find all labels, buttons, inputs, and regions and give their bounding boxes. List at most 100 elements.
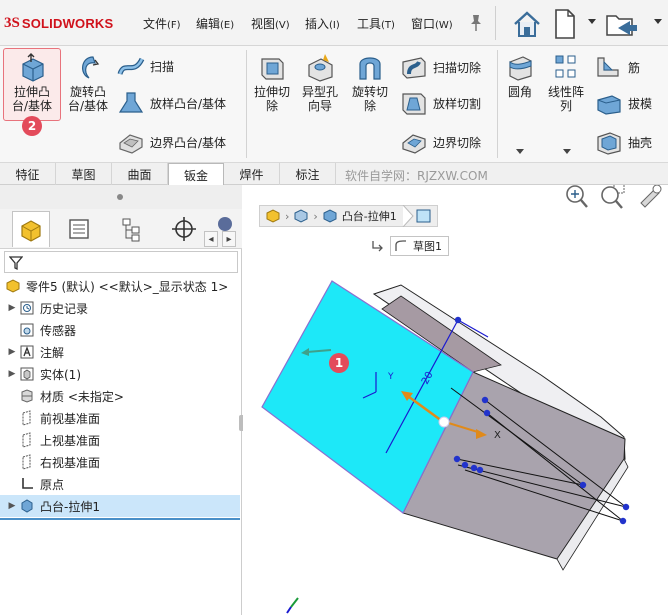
tree-item-boss-extrude1[interactable]: ▶ 凸台-拉伸1: [0, 495, 240, 517]
reference-triad-icon: [290, 597, 299, 608]
graphics-area[interactable]: › › 凸台-拉伸1 草图1 20 Y X 1: [243, 185, 668, 615]
handle-dot[interactable]: [438, 416, 450, 428]
x-axis-label: X: [494, 430, 501, 441]
origin-icon: [18, 476, 36, 492]
tree-item-right-plane[interactable]: 右视基准面: [0, 451, 240, 473]
sweep-button[interactable]: 扫描: [116, 54, 174, 78]
tab-sketch[interactable]: 草图: [56, 163, 112, 185]
open-dropdown-arrow[interactable]: [654, 19, 662, 24]
tab-features[interactable]: 特征: [0, 163, 56, 185]
tree-root-part[interactable]: 零件5 (默认) <<默认>_显示状态 1>: [0, 275, 240, 297]
expand-arrow[interactable]: ▶: [6, 369, 18, 379]
extrude-cut-icon: [261, 58, 284, 80]
tree-item-solid-bodies[interactable]: ▶ 实体(1): [0, 363, 240, 385]
fillet-button[interactable]: 圆角: [500, 52, 540, 99]
logo-mark: 3S: [4, 14, 20, 31]
solidworks-logo[interactable]: 3S SOLIDWORKS: [4, 12, 113, 34]
feature-manager-tab[interactable]: [12, 211, 50, 247]
tree-item-history[interactable]: ▶ 历史记录: [0, 297, 240, 319]
pattern-dropdown-arrow[interactable]: [563, 149, 571, 154]
hole-wizard-button[interactable]: 异型孔 向导: [297, 52, 343, 113]
loft-label: 放样凸台/基体: [150, 96, 227, 111]
draft-button[interactable]: 拔模: [594, 90, 652, 116]
expand-arrow[interactable]: ▶: [6, 501, 18, 511]
home-icon[interactable]: [509, 6, 543, 40]
tab-scroll-right[interactable]: ▸: [222, 231, 236, 247]
appearance-tab-icon[interactable]: [218, 217, 232, 231]
plane-icon: [18, 410, 36, 426]
revolve-boss-button[interactable]: 旋转凸 台/基体: [62, 52, 114, 113]
menu-edit[interactable]: 编辑(E): [196, 15, 234, 32]
tree-filter-box[interactable]: [4, 251, 238, 273]
menu-insert[interactable]: 插入(I): [305, 15, 340, 32]
revolve-cut-button[interactable]: 旋转切 除: [346, 52, 394, 113]
extrude-boss-icon: [22, 53, 44, 82]
extrude-boss-button[interactable]: 拉伸凸 台/基体: [6, 52, 58, 113]
fillet-dropdown-arrow[interactable]: [516, 149, 524, 154]
shell-label: 抽壳: [628, 135, 653, 150]
rollback-bar[interactable]: [0, 518, 240, 520]
tab-sheet-metal[interactable]: 钣金: [168, 163, 224, 186]
swept-cut-button[interactable]: 扫描切除: [399, 54, 481, 80]
rib-button[interactable]: 筋: [594, 54, 640, 80]
revolve-boss-label-2: 台/基体: [67, 99, 109, 113]
tree-item-material[interactable]: 材质 <未指定>: [0, 385, 240, 407]
tab-surfaces[interactable]: 曲面: [112, 163, 168, 185]
model-view: 20 Y X: [261, 280, 630, 614]
draft-label: 拔模: [628, 96, 653, 111]
boundary-cut-button[interactable]: 边界切除: [399, 129, 481, 155]
linear-pattern-button[interactable]: 线性阵 列: [542, 52, 590, 113]
tab-weldments[interactable]: 焊件: [224, 163, 280, 185]
revolve-cut-icon: [359, 57, 381, 80]
menu-window[interactable]: 窗口(W): [411, 15, 453, 32]
expand-arrow[interactable]: ▶: [6, 303, 18, 313]
shell-icon: [597, 132, 621, 155]
dimxpert-manager-tab[interactable]: [165, 211, 203, 247]
boundary-cut-label: 边界切除: [433, 135, 482, 150]
menu-file[interactable]: 文件(F): [143, 15, 181, 32]
extrude-cut-button[interactable]: 拉伸切 除: [250, 52, 294, 113]
annotation-icon: [18, 344, 36, 360]
tree-item-label: 材质 <未指定>: [40, 389, 124, 404]
pin-icon[interactable]: [469, 14, 483, 35]
tree-item-origin[interactable]: 原点: [0, 473, 240, 495]
menu-bar: 3S SOLIDWORKS 文件(F) 编辑(E) 视图(V) 插入(I) 工具…: [0, 0, 668, 46]
extrude-cut-label-2: 除: [265, 99, 278, 113]
tab-scroll-left[interactable]: ◂: [204, 231, 218, 247]
swept-cut-icon: [402, 57, 426, 79]
tree-item-label: 原点: [40, 477, 65, 492]
boundary-boss-button[interactable]: 边界凸台/基体: [116, 129, 226, 155]
expand-arrow[interactable]: ▶: [6, 347, 18, 357]
new-document-icon[interactable]: [551, 6, 577, 40]
tree-item-top-plane[interactable]: 上视基准面: [0, 429, 240, 451]
loft-icon: [118, 92, 144, 113]
lofted-cut-button[interactable]: 放样切割: [399, 90, 481, 116]
solid-bodies-icon: [18, 366, 36, 382]
configuration-manager-tab[interactable]: [112, 211, 150, 247]
tree-item-annotations[interactable]: ▶ 注解: [0, 341, 240, 363]
panel-collapse-icon[interactable]: [115, 192, 125, 202]
tab-markup[interactable]: 标注: [280, 163, 336, 185]
property-manager-tab[interactable]: [60, 211, 98, 247]
loft-boss-button[interactable]: 放样凸台/基体: [116, 90, 226, 116]
tree-item-label: 传感器: [40, 323, 77, 338]
tree-root-label: 零件5 (默认) <<默认>_显示状态 1>: [26, 279, 229, 294]
revolve-cut-label-2: 除: [363, 99, 376, 113]
tree-item-sensors[interactable]: 传感器: [0, 319, 240, 341]
fillet-icon: [509, 56, 532, 81]
open-folder-icon[interactable]: [603, 6, 639, 40]
tree-item-label: 凸台-拉伸1: [40, 499, 100, 514]
property-manager-icon: [69, 219, 89, 239]
history-icon: [18, 300, 36, 316]
tree-item-front-plane[interactable]: 前视基准面: [0, 407, 240, 429]
shell-button[interactable]: 抽壳: [594, 129, 652, 155]
menu-view[interactable]: 视图(V): [251, 15, 290, 32]
revolve-cut-label-1: 旋转切: [351, 85, 388, 99]
revolve-boss-label-1: 旋转凸: [69, 85, 106, 99]
menu-tools[interactable]: 工具(T): [357, 15, 395, 32]
feature-manager-panel: ◂ ▸ 零件5 (默认) <<默认>_显示状态 1> ▶ 历史记录 传感器 ▶ …: [0, 185, 245, 615]
new-dropdown-arrow[interactable]: [588, 19, 596, 24]
revolve-boss-icon: [82, 56, 100, 79]
y-axis-label: Y: [387, 372, 394, 382]
lofted-cut-icon: [402, 93, 426, 115]
